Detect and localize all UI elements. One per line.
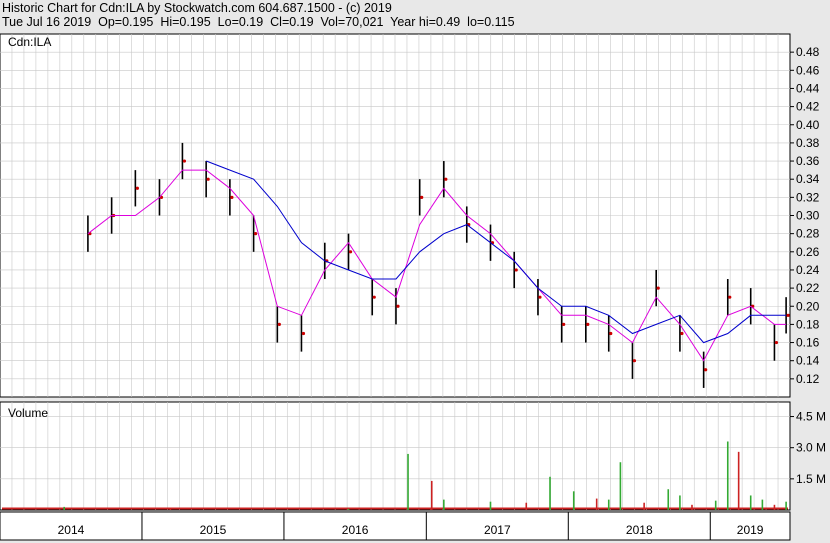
volume-tick-label: 3.0 M bbox=[796, 441, 826, 455]
price-tick-label: 0.44 bbox=[796, 81, 820, 95]
close-dot bbox=[514, 268, 518, 272]
close-dot bbox=[586, 322, 590, 326]
price-panel: 0.12 0.14 0.16 0.18 0.20 0.22 0.24 0.26 0.28 0.30… bbox=[0, 33, 820, 398]
close-dot bbox=[656, 286, 660, 290]
price-tick-label: 0.46 bbox=[796, 63, 820, 77]
price-tick-label: 0.26 bbox=[796, 245, 820, 259]
close-dot bbox=[704, 368, 708, 372]
price-tick-label: 0.22 bbox=[796, 281, 820, 295]
volume-panel: 1.5 M 3.0 M 4.5 M bbox=[0, 401, 826, 511]
year-label: 2018 bbox=[626, 523, 653, 537]
price-tick-label: 0.36 bbox=[796, 154, 820, 168]
year-label: 2017 bbox=[484, 523, 511, 537]
price-tick-label: 0.12 bbox=[796, 372, 820, 386]
close-dot bbox=[254, 232, 258, 236]
close-dot bbox=[786, 313, 790, 317]
close-dot bbox=[562, 322, 566, 326]
close-dot bbox=[182, 159, 187, 163]
price-tick-label: 0.42 bbox=[796, 100, 820, 114]
price-tick-label: 0.28 bbox=[796, 227, 820, 241]
price-tick-label: 0.14 bbox=[796, 354, 820, 368]
volume-tick-label: 1.5 M bbox=[796, 472, 826, 486]
close-dot bbox=[774, 340, 779, 345]
year-axis: 2014 2015 2016 2017 2018 2019 bbox=[0, 511, 791, 541]
stock-chart: 0.12 0.14 0.16 0.18 0.20 0.22 0.24 0.26 0.28 0.30… bbox=[0, 33, 826, 541]
price-tick-label: 0.38 bbox=[796, 136, 820, 150]
close-dot bbox=[396, 304, 400, 308]
price-tick-label: 0.20 bbox=[796, 299, 820, 313]
year-axis-background bbox=[0, 511, 791, 541]
close-dot bbox=[301, 331, 306, 336]
price-tick-label: 0.18 bbox=[796, 317, 820, 331]
price-tick-label: 0.30 bbox=[796, 209, 820, 223]
year-label: 2015 bbox=[200, 523, 227, 537]
close-dot bbox=[230, 195, 234, 199]
close-dot bbox=[277, 322, 281, 326]
close-dot bbox=[728, 295, 732, 299]
close-dot bbox=[206, 177, 210, 181]
price-tick-label: 0.32 bbox=[796, 190, 820, 204]
price-tick-label: 0.34 bbox=[796, 172, 820, 186]
price-tick-label: 0.48 bbox=[796, 45, 820, 59]
year-label: 2019 bbox=[737, 523, 764, 537]
volume-panel-title: Volume bbox=[8, 406, 48, 420]
close-dot bbox=[444, 177, 448, 181]
volume-tick-label: 4.5 M bbox=[796, 410, 826, 424]
close-dot bbox=[135, 186, 139, 190]
close-dot bbox=[372, 295, 376, 299]
price-tick-label: 0.16 bbox=[796, 336, 820, 350]
symbol-label: Cdn:ILA bbox=[8, 35, 51, 49]
price-tick-label: 0.24 bbox=[796, 263, 820, 277]
year-label: 2016 bbox=[342, 523, 369, 537]
price-tick-label: 0.40 bbox=[796, 118, 820, 132]
close-dot bbox=[609, 331, 613, 336]
close-dot bbox=[538, 295, 542, 299]
close-dot bbox=[420, 195, 424, 199]
close-dot bbox=[680, 331, 684, 336]
close-dot bbox=[348, 250, 353, 254]
close-dot bbox=[632, 359, 637, 363]
year-label: 2014 bbox=[58, 523, 85, 537]
